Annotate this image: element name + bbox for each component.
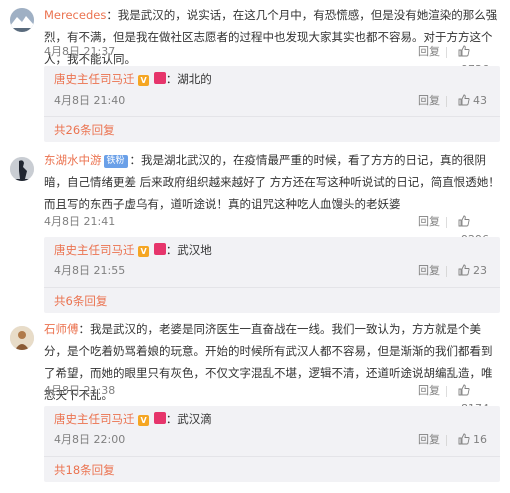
reply-box: 唐史主任司马迁 V ：武汉地 4月8日 21:55 回复 23 共6条回复 <box>44 237 500 313</box>
reply-meta: 4月8日 22:00 回复 16 <box>54 431 490 449</box>
reply-text: 唐史主任司马迁 V ：武汉地 <box>54 241 212 259</box>
like-count: 43 <box>473 94 487 107</box>
divider <box>446 47 447 58</box>
avatar[interactable] <box>10 157 34 181</box>
divider <box>446 266 447 277</box>
divider <box>44 456 500 457</box>
verified-v-icon: V <box>138 75 150 86</box>
reply-content: ：湖北的 <box>165 72 212 86</box>
divider <box>446 386 447 397</box>
divider <box>446 96 447 107</box>
comment-meta: 4月8日 21:41 回复 9296 <box>44 213 500 246</box>
reply-meta: 4月8日 21:55 回复 23 <box>54 262 490 280</box>
like-button[interactable]: 43 <box>458 92 487 110</box>
reply-meta: 4月8日 21:40 回复 43 <box>54 92 490 110</box>
comment-item: Merecedes：我是武汉的，说实话，在这几个月中，有恐慌感，但是没有她渲染的… <box>0 0 510 160</box>
reply-box: 唐史主任司马迁 V ：湖北的 4月8日 21:40 回复 43 共26条回复 <box>44 66 500 142</box>
comment-item: 石师傅：我是武汉的，老婆是同济医生一直奋战在一线。我们一致认为，方方就是个美分，… <box>0 318 510 493</box>
thumbs-up-icon <box>458 433 470 445</box>
reply-content: ：武汉地 <box>165 243 212 257</box>
reply-button[interactable]: 回复 <box>418 43 440 61</box>
more-replies-link[interactable]: 共26条回复 <box>54 121 115 139</box>
reply-username[interactable]: 唐史主任司马迁 <box>54 243 135 257</box>
reply-button[interactable]: 回复 <box>418 431 440 449</box>
thumbs-up-icon <box>458 94 470 106</box>
reply-content: ：武汉滴 <box>165 412 212 426</box>
reply-username[interactable]: 唐史主任司马迁 <box>54 72 135 86</box>
emoji-icon <box>153 72 166 84</box>
emoji-icon <box>153 412 166 424</box>
thumbs-up-icon <box>458 384 470 396</box>
thumbs-up-icon <box>458 215 470 227</box>
emoji-icon <box>153 243 166 255</box>
fan-badge: 铁粉 <box>103 155 128 168</box>
reply-text: 唐史主任司马迁 V ：湖北的 <box>54 70 212 88</box>
like-count: 23 <box>473 264 487 277</box>
divider <box>44 116 500 117</box>
verified-v-icon: V <box>138 246 150 257</box>
comment-time: 4月8日 21:38 <box>44 384 116 397</box>
reply-text: 唐史主任司马迁 V ：武汉滴 <box>54 410 212 428</box>
comment-meta: 4月8日 21:37 回复 9736 <box>44 43 500 76</box>
reply-button[interactable]: 回复 <box>418 262 440 280</box>
reply-button[interactable]: 回复 <box>418 213 440 231</box>
reply-box: 唐史主任司马迁 V ：武汉滴 4月8日 22:00 回复 16 共18条回复 <box>44 406 500 482</box>
like-button[interactable]: 16 <box>458 431 487 449</box>
divider <box>44 287 500 288</box>
avatar[interactable] <box>10 326 34 350</box>
reply-button[interactable]: 回复 <box>418 92 440 110</box>
reply-time: 4月8日 21:55 <box>54 264 126 277</box>
avatar[interactable] <box>10 8 34 32</box>
divider <box>446 435 447 446</box>
reply-time: 4月8日 22:00 <box>54 433 126 446</box>
more-replies-link[interactable]: 共6条回复 <box>54 292 107 310</box>
comment-text: 东湖水中游 铁粉 ：我是湖北武汉的，在疫情最严重的时候，看了方方的日记，真的很阴暗，… <box>44 149 500 215</box>
verified-v-icon: V <box>138 415 150 426</box>
divider <box>446 217 447 228</box>
more-replies-link[interactable]: 共18条回复 <box>54 461 115 479</box>
reply-button[interactable]: 回复 <box>418 382 440 400</box>
comment-username[interactable]: 东湖水中游 <box>44 153 102 167</box>
reply-username[interactable]: 唐史主任司马迁 <box>54 412 135 426</box>
like-count: 16 <box>473 433 487 446</box>
comment-time: 4月8日 21:41 <box>44 215 116 228</box>
comment-time: 4月8日 21:37 <box>44 45 116 58</box>
like-button[interactable]: 23 <box>458 262 487 280</box>
thumbs-up-icon <box>458 45 470 57</box>
comment-username[interactable]: Merecedes <box>44 8 106 22</box>
thumbs-up-icon <box>458 264 470 276</box>
reply-time: 4月8日 21:40 <box>54 94 126 107</box>
comment-meta: 4月8日 21:38 回复 8174 <box>44 382 500 415</box>
comment-username[interactable]: 石师傅 <box>44 322 79 336</box>
comment-item: 东湖水中游 铁粉 ：我是湖北武汉的，在疫情最严重的时候，看了方方的日记，真的很阴暗，… <box>0 149 510 319</box>
